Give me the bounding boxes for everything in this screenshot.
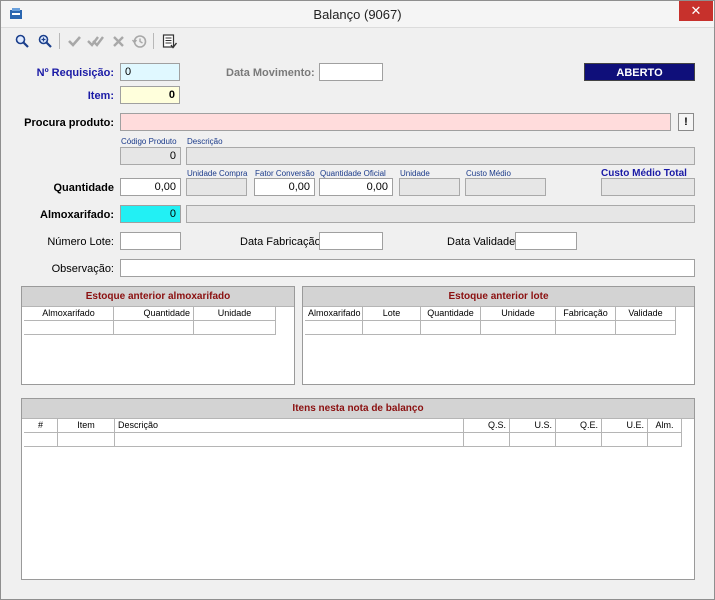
table-cell (556, 433, 602, 447)
column-header[interactable]: U.S. (510, 419, 556, 433)
column-header[interactable]: Almoxarifado (305, 307, 363, 321)
toolbar-separator (59, 33, 60, 49)
column-header[interactable]: Alm. (648, 419, 682, 433)
data-movimento-label: Data Movimento: (226, 67, 315, 79)
table-cell (602, 433, 648, 447)
itens-panel: Itens nesta nota de balanço # Item Descr… (21, 398, 695, 580)
estoque-lote-header: Almoxarifado Lote Quantidade Unidade Fab… (305, 307, 694, 321)
custo-medio-input[interactable] (465, 178, 546, 196)
column-header[interactable]: # (24, 419, 58, 433)
almoxarifado-desc[interactable] (186, 205, 695, 223)
table-cell (510, 433, 556, 447)
table-row[interactable] (24, 433, 694, 447)
descricao-label: Descrição (187, 137, 223, 146)
report-icon[interactable] (160, 32, 178, 50)
table-row[interactable] (305, 321, 694, 335)
table-cell (115, 433, 464, 447)
itens-header: # Item Descrição Q.S. U.S. Q.E. U.E. Alm… (24, 419, 694, 433)
table-cell (481, 321, 556, 335)
observacao-input[interactable] (120, 259, 695, 277)
quantidade-input[interactable]: 0,00 (120, 178, 181, 196)
toolbar-separator (153, 33, 154, 49)
procura-produto-button[interactable]: ! (678, 113, 694, 131)
numero-lote-input[interactable] (120, 232, 181, 250)
item-label: Item: (87, 90, 114, 102)
unidade-input[interactable] (399, 178, 460, 196)
column-header[interactable]: Quantidade (421, 307, 481, 321)
unidade-compra-label: Unidade Compra (187, 169, 248, 178)
column-header[interactable]: Descrição (115, 419, 464, 433)
almoxarifado-input[interactable]: 0 (120, 205, 181, 223)
check-icon[interactable] (65, 32, 83, 50)
data-validade-label: Data Validade: (447, 236, 519, 248)
search-plus-icon[interactable] (36, 32, 54, 50)
table-cell (464, 433, 510, 447)
status-badge: ABERTO (584, 63, 695, 81)
column-header[interactable]: Item (58, 419, 115, 433)
table-cell (305, 321, 363, 335)
toolbar (1, 29, 714, 53)
table-cell (556, 321, 616, 335)
unidade-label: Unidade (400, 169, 430, 178)
unidade-compra-input[interactable] (186, 178, 247, 196)
fator-conversao-input[interactable]: 0,00 (254, 178, 315, 196)
quantidade-oficial-label: Quantidade Oficial (320, 169, 386, 178)
fator-conversao-label: Fator Conversão (255, 169, 315, 178)
history-icon[interactable] (130, 32, 148, 50)
table-cell (114, 321, 194, 335)
search-icon[interactable] (13, 32, 31, 50)
table-row[interactable] (24, 321, 294, 335)
column-header[interactable]: Unidade (194, 307, 276, 321)
quantidade-oficial-input[interactable]: 0,00 (319, 178, 393, 196)
requisicao-label: Nº Requisição: (36, 67, 114, 79)
itens-title: Itens nesta nota de balanço (22, 399, 694, 419)
estoque-almoxarifado-header: Almoxarifado Quantidade Unidade (24, 307, 294, 321)
estoque-almoxarifado-title: Estoque anterior almoxarifado (22, 287, 294, 307)
cancel-icon[interactable] (109, 32, 127, 50)
column-header[interactable]: U.E. (602, 419, 648, 433)
item-input[interactable]: 0 (120, 86, 180, 104)
data-validade-input[interactable] (515, 232, 577, 250)
custo-medio-total-input[interactable] (601, 178, 695, 196)
quantidade-label: Quantidade (53, 182, 114, 194)
numero-lote-label: Número Lote: (47, 236, 114, 248)
column-header[interactable]: Almoxarifado (24, 307, 114, 321)
table-cell (58, 433, 115, 447)
table-cell (363, 321, 421, 335)
table-cell (24, 433, 58, 447)
column-header[interactable]: Fabricação (556, 307, 616, 321)
table-cell (194, 321, 276, 335)
codigo-produto-label: Código Produto (121, 137, 177, 146)
window-title: Balanço (9067) (313, 7, 402, 22)
procura-produto-label: Procura produto: (24, 117, 114, 129)
custo-medio-label: Custo Médio (466, 169, 511, 178)
column-header[interactable]: Quantidade (114, 307, 194, 321)
data-fabricacao-input[interactable] (319, 232, 383, 250)
estoque-almoxarifado-panel: Estoque anterior almoxarifado Almoxarifa… (21, 286, 295, 385)
column-header[interactable]: Validade (616, 307, 676, 321)
column-header[interactable]: Q.S. (464, 419, 510, 433)
requisicao-input[interactable]: 0 (120, 63, 180, 81)
column-header[interactable]: Lote (363, 307, 421, 321)
title-bar: Balanço (9067) ✕ (1, 1, 714, 28)
data-fabricacao-label: Data Fabricação: (240, 236, 324, 248)
close-button[interactable]: ✕ (679, 1, 713, 21)
column-header[interactable]: Q.E. (556, 419, 602, 433)
table-cell (421, 321, 481, 335)
estoque-lote-title: Estoque anterior lote (303, 287, 694, 307)
estoque-lote-panel: Estoque anterior lote Almoxarifado Lote … (302, 286, 695, 385)
observacao-label: Observação: (51, 263, 114, 275)
codigo-produto-input[interactable]: 0 (120, 147, 181, 165)
data-movimento-input[interactable] (319, 63, 383, 81)
table-cell (24, 321, 114, 335)
double-check-icon[interactable] (86, 32, 104, 50)
table-cell (648, 433, 682, 447)
almoxarifado-label: Almoxarifado: (40, 209, 114, 221)
procura-produto-input[interactable] (120, 113, 671, 131)
balanco-window: Balanço (9067) ✕ Nº Requisição: 0 Data M… (0, 0, 715, 600)
column-header[interactable]: Unidade (481, 307, 556, 321)
descricao-input[interactable] (186, 147, 695, 165)
table-cell (616, 321, 676, 335)
